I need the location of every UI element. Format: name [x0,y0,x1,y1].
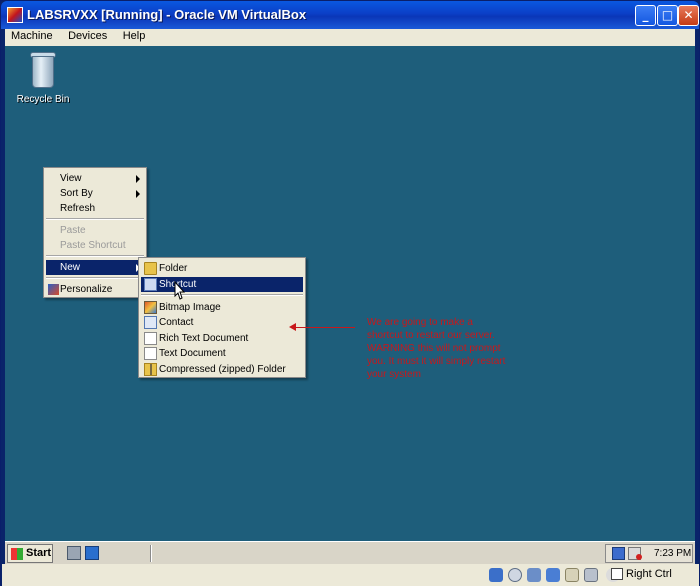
menu-item-new[interactable]: New [46,260,144,275]
menu-item-label: Contact [159,317,194,328]
clock[interactable]: 7:23 PM [654,548,691,559]
folder-icon [144,262,157,275]
network-adapter-icon[interactable] [546,568,560,582]
menu-separator [46,218,144,220]
menu-separator [46,255,144,257]
menu-separator [141,294,303,296]
maximize-button[interactable]: □ [657,5,678,26]
menu-item-label: Bitmap Image [159,302,221,313]
minimize-button[interactable]: _ [635,5,656,26]
display-icon[interactable] [584,568,598,582]
callout-line [295,327,355,328]
menu-item-sort-by[interactable]: Sort By [46,186,144,201]
menu-item-label: New [60,262,81,273]
desktop-context-menu: View Sort By Refresh Paste Paste Shortcu… [43,167,147,298]
menu-item-view[interactable]: View [46,171,144,186]
submenu-item-text-document[interactable]: Text Document [141,346,303,361]
menu-item-label: Rich Text Document [159,333,249,344]
bitmap-icon [144,301,157,314]
mouse-pointer-icon [174,281,186,300]
menu-item-label: Refresh [60,203,96,214]
menu-devices[interactable]: Devices [62,29,113,42]
menu-item-label: Text Document [159,348,226,359]
server-manager-icon[interactable] [67,546,81,560]
menu-separator [46,277,144,279]
contact-icon [144,316,157,329]
virtualbox-window: LABSRVXX [Running] - Oracle VM VirtualBo… [0,0,700,586]
submenu-item-contact[interactable]: Contact [141,315,303,330]
system-tray: 7:23 PM [605,544,693,563]
menu-item-label: Paste [60,225,86,236]
rtf-icon [144,332,157,345]
network-icon[interactable] [612,547,625,560]
close-button[interactable]: ✕ [678,5,699,26]
host-menu-bar: Machine Devices Help [5,29,695,46]
start-label: Start [26,547,52,559]
submenu-arrow-icon [136,175,140,183]
recycle-bin-icon [29,50,57,90]
guest-taskbar: Start 7:23 PM [5,541,695,564]
recycle-bin[interactable]: Recycle Bin [13,50,73,105]
annotation-note: We are going to make a shortcut to resta… [367,317,506,380]
hard-disk-icon[interactable] [489,568,503,582]
menu-item-label: Compressed (zipped) Folder [159,364,286,375]
submenu-arrow-icon [136,190,140,198]
submenu-item-zip-folder[interactable]: Compressed (zipped) Folder [141,362,303,377]
usb-icon[interactable] [527,568,541,582]
menu-item-paste-shortcut: Paste Shortcut [46,238,144,253]
powershell-icon[interactable] [85,546,99,560]
taskbar-divider [150,545,152,562]
personalize-icon [48,284,59,295]
start-button[interactable]: Start [7,544,53,563]
host-status-bar: Right Ctrl [2,564,699,586]
virtualbox-app-icon [7,7,23,23]
window-title: LABSRVXX [Running] - Oracle VM VirtualBo… [27,7,307,22]
submenu-item-bitmap[interactable]: Bitmap Image [141,300,303,315]
menu-item-label: View [60,173,82,184]
submenu-item-shortcut[interactable]: Shortcut [141,277,303,292]
menu-item-refresh[interactable]: Refresh [46,201,144,216]
menu-item-label: Sort By [60,188,93,199]
menu-item-label: Paste Shortcut [60,240,126,251]
title-bar[interactable]: LABSRVXX [Running] - Oracle VM VirtualBo… [1,1,699,29]
mute-indicator-icon [636,554,642,560]
menu-item-personalize[interactable]: Personalize [46,282,144,297]
shared-folders-icon[interactable] [565,568,579,582]
menu-item-label: Personalize [60,284,113,295]
submenu-item-rich-text[interactable]: Rich Text Document [141,331,303,346]
zip-folder-icon [144,363,157,376]
host-key-label: Right Ctrl [626,568,672,580]
menu-machine[interactable]: Machine [5,29,59,42]
text-doc-icon [144,347,157,360]
host-key-icon [611,568,623,580]
new-submenu: Folder Shortcut Bitmap Image Contact Ric… [138,257,306,378]
optical-drive-icon[interactable] [508,568,522,582]
shortcut-icon [144,278,157,291]
recycle-bin-label: Recycle Bin [16,94,70,105]
menu-item-label: Folder [159,263,188,274]
windows-logo-icon [11,548,23,560]
menu-item-paste: Paste [46,223,144,238]
guest-desktop[interactable]: Recycle Bin View Sort By Refresh Paste P… [5,46,695,541]
menu-help[interactable]: Help [117,29,152,42]
submenu-item-folder[interactable]: Folder [141,261,303,276]
